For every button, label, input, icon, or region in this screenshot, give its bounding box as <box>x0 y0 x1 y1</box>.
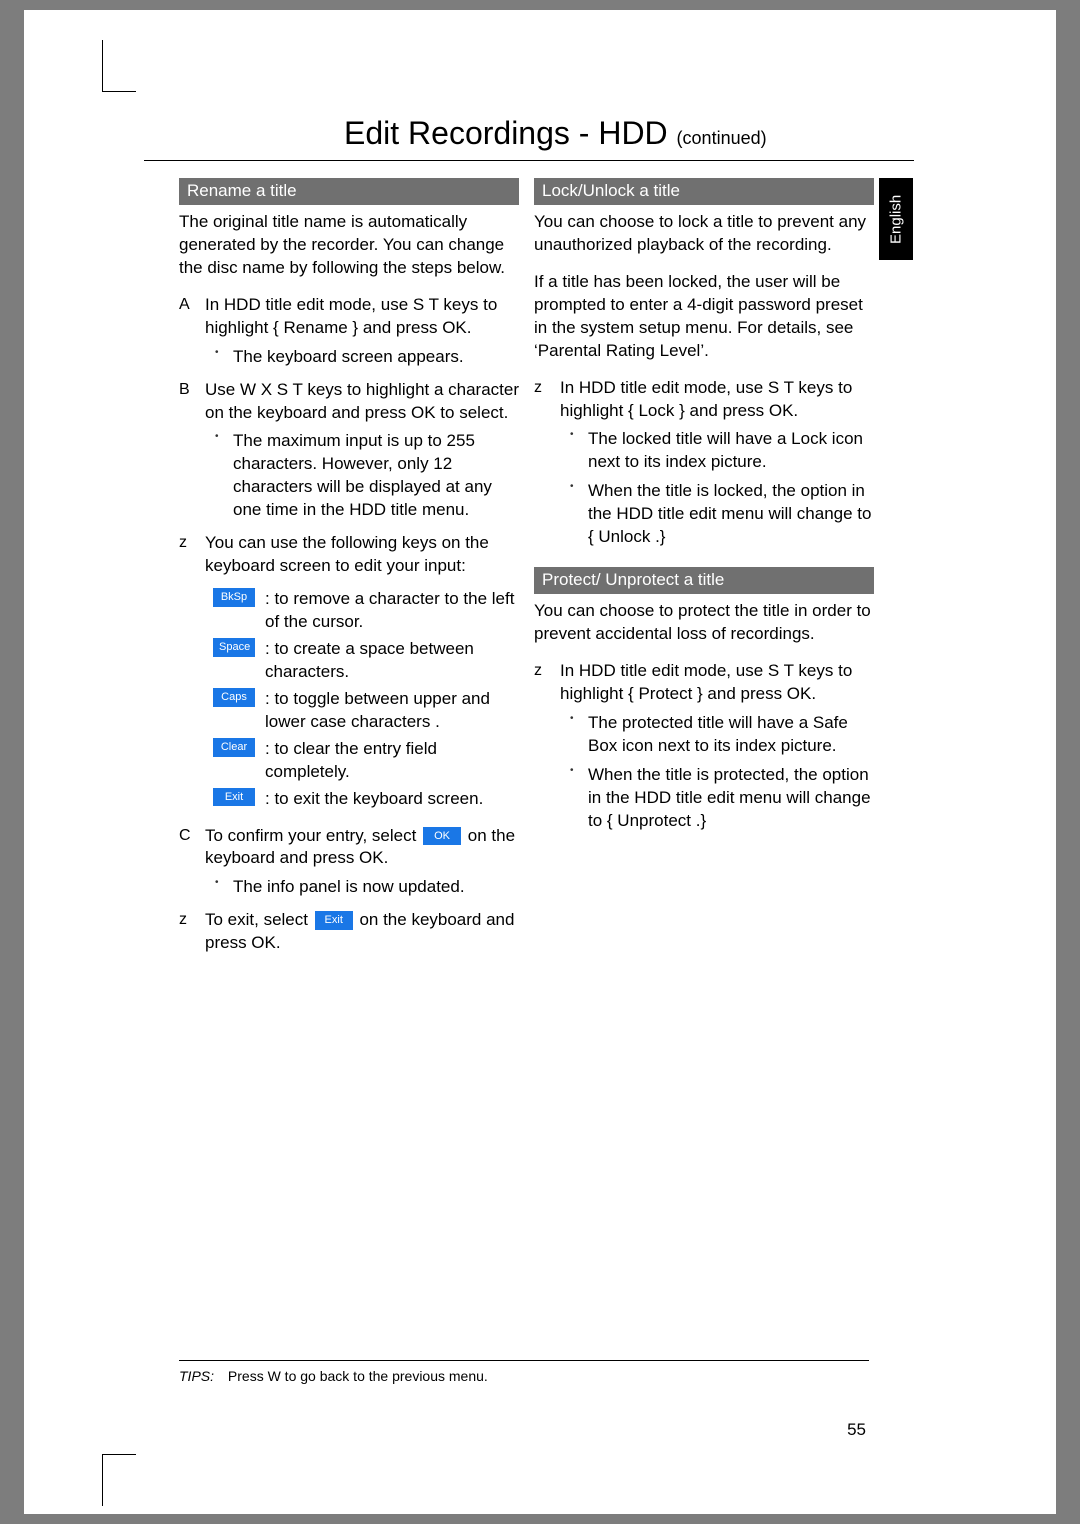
step-a: A In HDD title edit mode, use S T keys t… <box>179 294 519 369</box>
keys-intro-label: z <box>179 532 187 554</box>
step-b: B Use W X S T keys to highlight a charac… <box>179 379 519 523</box>
key-row: Space : to create a space between charac… <box>213 638 519 684</box>
key-desc: : to toggle between upper and lower case… <box>265 688 519 734</box>
key-chip-bksp: BkSp <box>213 588 255 607</box>
inline-chip-ok: OK <box>423 827 461 846</box>
protect-step-text: In HDD title edit mode, use S T keys to … <box>560 661 852 703</box>
title-rule <box>144 160 914 161</box>
inline-chip-exit: Exit <box>315 911 353 930</box>
crop-mark-tl <box>102 40 136 92</box>
rename-intro: The original title name is automatically… <box>179 211 519 280</box>
title-continued: (continued) <box>677 128 767 148</box>
step-exit-label: z <box>179 909 187 931</box>
keys-intro: z You can use the following keys on the … <box>179 532 519 578</box>
key-desc: : to clear the entry ﬁeld completely. <box>265 738 519 784</box>
keys-intro-text: You can use the following keys on the ke… <box>205 533 489 575</box>
page-number: 55 <box>847 1420 866 1440</box>
key-desc: : to exit the keyboard screen. <box>265 788 519 811</box>
step-b-text: Use W X S T keys to highlight a characte… <box>205 380 519 422</box>
tips-label: TIPS: <box>179 1368 214 1384</box>
key-chip-space: Space <box>213 638 255 657</box>
lock-sub2: When the title is locked, the option in … <box>570 480 874 549</box>
crop-mark-bl <box>102 1454 136 1506</box>
left-column: Rename a title The original title name i… <box>179 178 519 965</box>
step-a-text: In HDD title edit mode, use S T keys to … <box>205 295 497 337</box>
lock-step: z In HDD title edit mode, use S T keys t… <box>534 377 874 550</box>
page-title: Edit Recordings - HDD (continued) <box>344 115 767 152</box>
key-chip-clear: Clear <box>213 738 255 757</box>
key-row: Caps : to toggle between upper and lower… <box>213 688 519 734</box>
lock-step-text: In HDD title edit mode, use S T keys to … <box>560 378 852 420</box>
step-b-label: B <box>179 379 190 401</box>
title-main: Edit Recordings - HDD <box>344 115 668 151</box>
key-row: BkSp : to remove a character to the left… <box>213 588 519 634</box>
tips-line: TIPS: Press W to go back to the previous… <box>179 1368 488 1384</box>
section-lock: Lock/Unlock a title <box>534 178 874 205</box>
lock-p2: If a title has been locked, the user wil… <box>534 271 874 363</box>
step-a-sub: The keyboard screen appears. <box>215 346 519 369</box>
key-chip-exit: Exit <box>213 788 255 807</box>
page-sheet: Edit Recordings - HDD (continued) Englis… <box>24 10 1056 1514</box>
language-tab: English <box>879 178 913 260</box>
step-c: C To conﬁrm your entry, select OK on the… <box>179 825 519 900</box>
tips-text: Press W to go back to the previous menu. <box>228 1368 488 1384</box>
step-c-pre: To conﬁrm your entry, select <box>205 826 421 845</box>
section-rename: Rename a title <box>179 178 519 205</box>
step-exit-pre: To exit, select <box>205 910 313 929</box>
section-protect: Protect/ Unprotect a title <box>534 567 874 594</box>
step-b-sub: The maximum input is up to 255 character… <box>215 430 519 522</box>
step-c-sub: The info panel is now updated. <box>215 876 519 899</box>
step-exit: z To exit, select Exit on the keyboard a… <box>179 909 519 955</box>
lock-sub1: The locked title will have a Lock icon n… <box>570 428 874 474</box>
step-c-label: C <box>179 825 191 847</box>
step-a-label: A <box>179 294 190 316</box>
protect-p1: You can choose to protect the title in o… <box>534 600 874 646</box>
lock-step-label: z <box>534 377 542 399</box>
protect-step: z In HDD title edit mode, use S T keys t… <box>534 660 874 833</box>
protect-step-label: z <box>534 660 542 682</box>
protect-sub2: When the title is protected, the option … <box>570 764 874 833</box>
protect-sub1: The protected title will have a Safe Box… <box>570 712 874 758</box>
tips-rule <box>179 1360 869 1361</box>
key-row: Exit : to exit the keyboard screen. <box>213 788 519 811</box>
lock-p1: You can choose to lock a title to preven… <box>534 211 874 257</box>
right-column: Lock/Unlock a title You can choose to lo… <box>534 178 874 843</box>
key-chip-caps: Caps <box>213 688 255 707</box>
key-row: Clear : to clear the entry ﬁeld complete… <box>213 738 519 784</box>
key-desc: : to create a space between characters. <box>265 638 519 684</box>
key-desc: : to remove a character to the left of t… <box>265 588 519 634</box>
